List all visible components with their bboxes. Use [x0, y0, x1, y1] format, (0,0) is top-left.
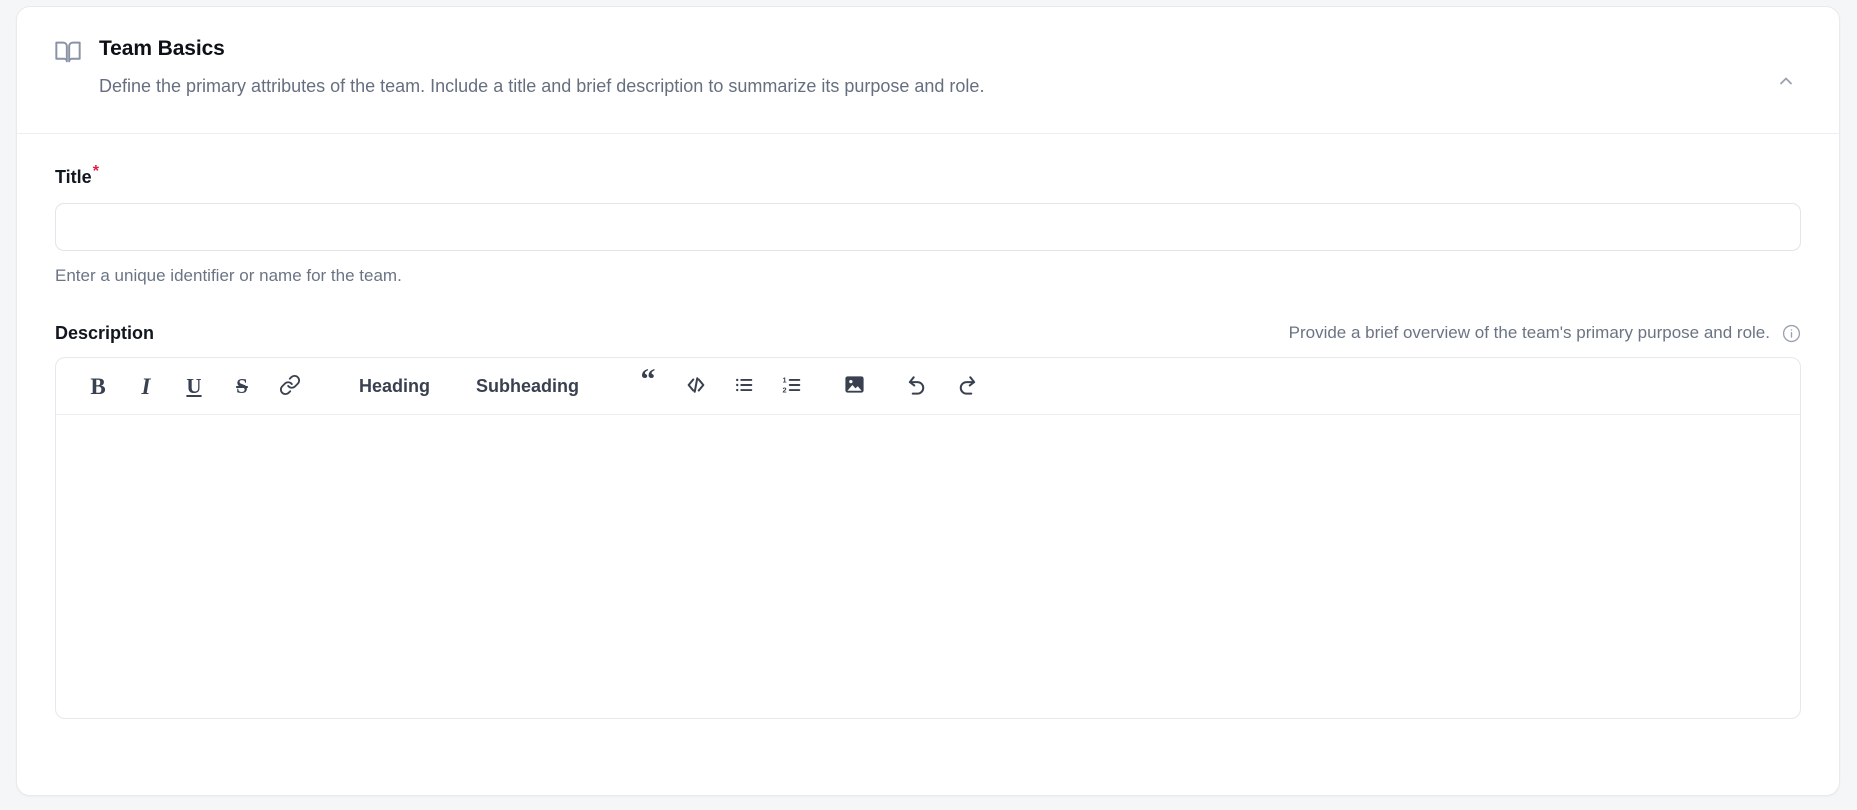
redo-button[interactable] [948, 368, 985, 404]
title-field-label: Title* [55, 164, 99, 189]
book-open-icon [53, 37, 83, 67]
title-input[interactable] [55, 203, 1801, 251]
description-editor-content[interactable] [56, 415, 1800, 718]
ordered-list-button[interactable]: 1 2 [774, 368, 810, 404]
required-asterisk: * [92, 163, 99, 180]
team-basics-card: Team Basics Define the primary attribute… [16, 6, 1840, 796]
link-button[interactable] [272, 368, 308, 404]
heading-button[interactable]: Heading [342, 368, 447, 404]
page-title: Team Basics [99, 37, 225, 60]
underline-icon: U [186, 373, 202, 398]
bold-button[interactable]: B [80, 368, 116, 404]
link-icon [279, 374, 301, 399]
redo-icon [955, 373, 978, 399]
info-circle-icon[interactable] [1782, 324, 1801, 343]
code-icon [685, 374, 707, 399]
code-button[interactable] [678, 368, 714, 404]
card-body: Title* Enter a unique identifier or name… [17, 134, 1839, 719]
subheading-button[interactable]: Subheading [459, 368, 596, 404]
quote-icon: “ [640, 363, 656, 396]
title-label-text: Title [55, 167, 92, 187]
italic-icon: I [141, 373, 151, 399]
image-icon [843, 373, 866, 399]
card-header: Team Basics Define the primary attribute… [17, 7, 1839, 134]
bold-icon: B [90, 373, 106, 399]
undo-icon [906, 373, 929, 399]
description-hint-text: Provide a brief overview of the team's p… [1288, 323, 1770, 342]
bullet-list-button[interactable] [726, 368, 762, 404]
subheading-label: Subheading [476, 375, 580, 396]
blockquote-button[interactable]: “ [630, 363, 666, 404]
collapse-section-button[interactable] [1769, 65, 1803, 99]
strikethrough-button[interactable]: S [224, 368, 260, 404]
description-field-label: Description [55, 323, 155, 343]
title-field-group: Title* Enter a unique identifier or name… [55, 164, 1801, 287]
title-help-text: Enter a unique identifier or name for th… [55, 266, 402, 285]
heading-label: Heading [359, 375, 431, 396]
image-button[interactable] [836, 368, 873, 404]
bullet-list-icon [733, 374, 755, 399]
page-root: Team Basics Define the primary attribute… [0, 0, 1857, 810]
svg-text:1: 1 [782, 375, 786, 384]
underline-button[interactable]: U [176, 368, 212, 404]
chevron-up-icon [1776, 71, 1796, 94]
undo-button[interactable] [899, 368, 936, 404]
description-field-group: Description Provide a brief overview of … [55, 321, 1801, 719]
description-rich-text-editor: B I U S Heading Subheading “ 1 2 [55, 357, 1801, 719]
italic-button[interactable]: I [128, 368, 164, 404]
strikethrough-icon: S [236, 373, 248, 398]
card-subtitle: Define the primary attributes of the tea… [99, 76, 985, 96]
editor-toolbar: B I U S Heading Subheading “ 1 2 [56, 358, 1800, 415]
ordered-list-icon: 1 2 [781, 374, 803, 399]
svg-text:2: 2 [782, 385, 786, 394]
